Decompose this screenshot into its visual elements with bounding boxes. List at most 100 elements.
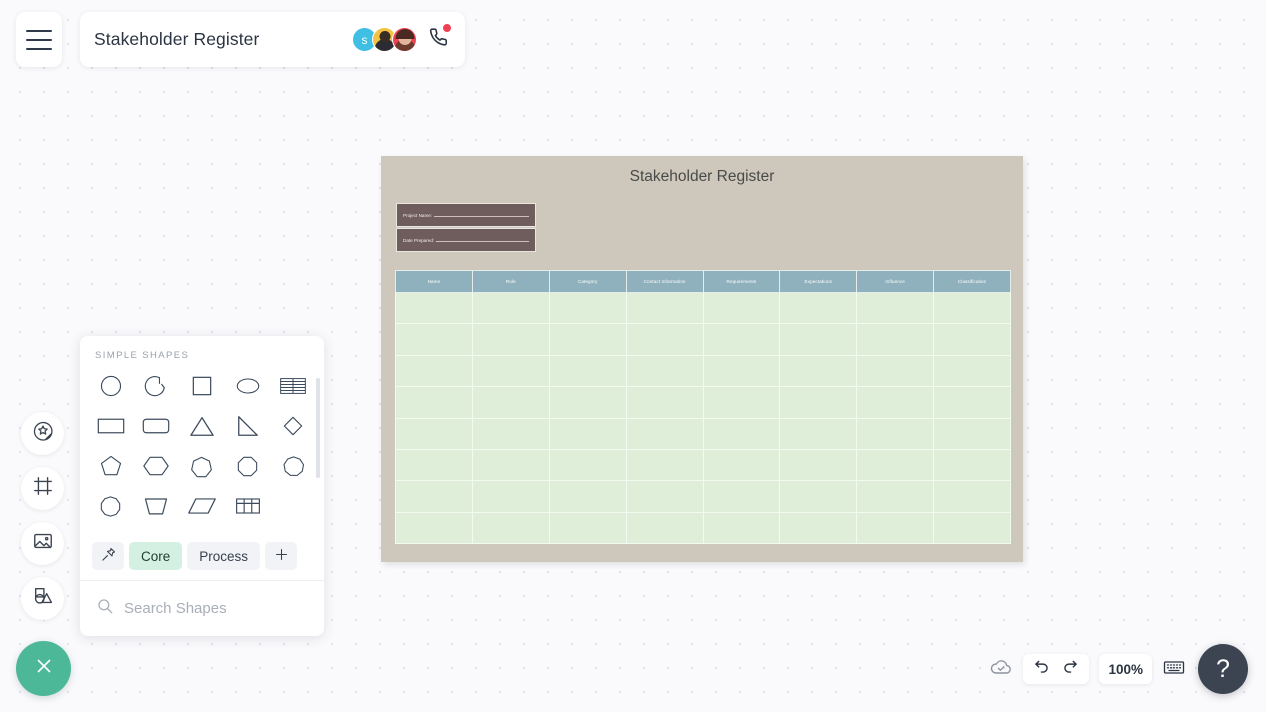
table-cell[interactable] <box>395 323 473 356</box>
sticker-tool-button[interactable] <box>21 412 64 455</box>
table-cell[interactable] <box>395 480 473 513</box>
redo-icon[interactable] <box>1061 657 1080 681</box>
hamburger-menu-button[interactable] <box>16 12 62 67</box>
table-cell[interactable] <box>856 448 935 482</box>
table-cell[interactable] <box>548 291 627 325</box>
column-header-role[interactable]: Role <box>471 270 550 293</box>
table-cell[interactable] <box>395 448 473 482</box>
table-cell[interactable] <box>856 291 935 325</box>
table-cell[interactable] <box>548 323 627 356</box>
column-header-contact-information[interactable]: Contact Information <box>625 270 704 293</box>
trapezoid-shape[interactable] <box>134 489 180 523</box>
table-cell[interactable] <box>471 291 550 325</box>
frame-tool-button[interactable] <box>21 467 64 510</box>
help-button[interactable]: ? <box>1198 644 1248 694</box>
column-header-influence[interactable]: Influence <box>856 270 935 293</box>
triangle-shape[interactable] <box>179 409 225 443</box>
table-cell[interactable] <box>625 417 704 450</box>
grid-table-shape[interactable] <box>225 489 271 523</box>
table-cell[interactable] <box>625 386 704 419</box>
table-cell[interactable] <box>471 417 550 450</box>
table-cell[interactable] <box>548 354 627 388</box>
table-cell[interactable] <box>702 480 781 513</box>
image-tool-button[interactable] <box>21 522 64 565</box>
shapes-tool-button[interactable] <box>21 577 64 620</box>
table-cell[interactable] <box>471 480 550 513</box>
stakeholder-register-table[interactable]: Name Role Category Contact Information R… <box>395 270 1011 545</box>
column-header-category[interactable]: Category <box>548 270 627 293</box>
date-prepared-field[interactable]: Date Prepared: <box>396 228 536 252</box>
table-cell[interactable] <box>702 417 781 450</box>
right-triangle-shape[interactable] <box>225 409 271 443</box>
tab-process[interactable]: Process <box>187 542 261 570</box>
table-cell[interactable] <box>625 480 704 513</box>
circle-shape[interactable] <box>88 369 134 403</box>
arc-shape[interactable] <box>134 369 180 403</box>
table-cell[interactable] <box>395 291 473 325</box>
avatar[interactable] <box>392 27 417 52</box>
undo-icon[interactable] <box>1032 657 1051 681</box>
column-header-classification[interactable]: Classification <box>933 270 1011 293</box>
phone-icon[interactable] <box>427 24 451 53</box>
table-cell[interactable] <box>625 448 704 482</box>
table-cell[interactable] <box>702 323 781 356</box>
table-cell[interactable] <box>702 386 781 419</box>
table-cell[interactable] <box>779 448 858 482</box>
ellipse-shape[interactable] <box>225 369 271 403</box>
table-cell[interactable] <box>779 354 858 388</box>
rectangle-shape[interactable] <box>88 409 134 443</box>
table-cell[interactable] <box>933 448 1011 482</box>
column-header-name[interactable]: Name <box>395 270 473 293</box>
table-cell[interactable] <box>933 386 1011 419</box>
lined-table-shape[interactable] <box>270 369 316 403</box>
heptagon-shape[interactable] <box>179 449 225 483</box>
table-cell[interactable] <box>548 511 627 545</box>
canvas-document[interactable]: Stakeholder Register Project Name: Date … <box>381 156 1023 562</box>
table-cell[interactable] <box>395 386 473 419</box>
table-cell[interactable] <box>933 511 1011 545</box>
table-cell[interactable] <box>779 323 858 356</box>
table-cell[interactable] <box>856 480 935 513</box>
octagon-shape[interactable] <box>225 449 271 483</box>
pin-tab-button[interactable] <box>92 542 124 570</box>
add-category-button[interactable] <box>265 542 298 570</box>
table-cell[interactable] <box>625 323 704 356</box>
keyboard-shortcuts-button[interactable] <box>1162 655 1186 684</box>
table-cell[interactable] <box>702 448 781 482</box>
table-cell[interactable] <box>548 386 627 419</box>
shapes-panel-scrollbar[interactable] <box>316 378 320 478</box>
table-cell[interactable] <box>548 448 627 482</box>
table-cell[interactable] <box>471 386 550 419</box>
table-cell[interactable] <box>933 480 1011 513</box>
search-input[interactable] <box>124 600 323 617</box>
document-heading[interactable]: Stakeholder Register <box>381 168 1023 186</box>
table-cell[interactable] <box>779 511 858 545</box>
table-cell[interactable] <box>933 323 1011 356</box>
table-cell[interactable] <box>625 291 704 325</box>
table-cell[interactable] <box>779 291 858 325</box>
tab-core[interactable]: Core <box>129 542 183 570</box>
table-cell[interactable] <box>856 417 935 450</box>
table-cell[interactable] <box>471 323 550 356</box>
page-title[interactable]: Stakeholder Register <box>94 29 352 50</box>
table-cell[interactable] <box>471 511 550 545</box>
table-cell[interactable] <box>856 511 935 545</box>
table-cell[interactable] <box>779 386 858 419</box>
column-header-requirements[interactable]: Requirements <box>702 270 781 293</box>
table-cell[interactable] <box>625 511 704 545</box>
table-cell[interactable] <box>702 511 781 545</box>
table-cell[interactable] <box>395 511 473 545</box>
save-status-button[interactable] <box>989 655 1013 684</box>
table-cell[interactable] <box>702 354 781 388</box>
table-cell[interactable] <box>933 354 1011 388</box>
column-header-expectations[interactable]: Expectations <box>779 270 858 293</box>
decagon-shape[interactable] <box>88 489 134 523</box>
table-cell[interactable] <box>856 354 935 388</box>
rounded-rectangle-shape[interactable] <box>134 409 180 443</box>
diamond-shape[interactable] <box>270 409 316 443</box>
table-cell[interactable] <box>856 386 935 419</box>
table-cell[interactable] <box>471 448 550 482</box>
table-cell[interactable] <box>779 417 858 450</box>
nonagon-shape[interactable] <box>270 449 316 483</box>
table-cell[interactable] <box>856 323 935 356</box>
